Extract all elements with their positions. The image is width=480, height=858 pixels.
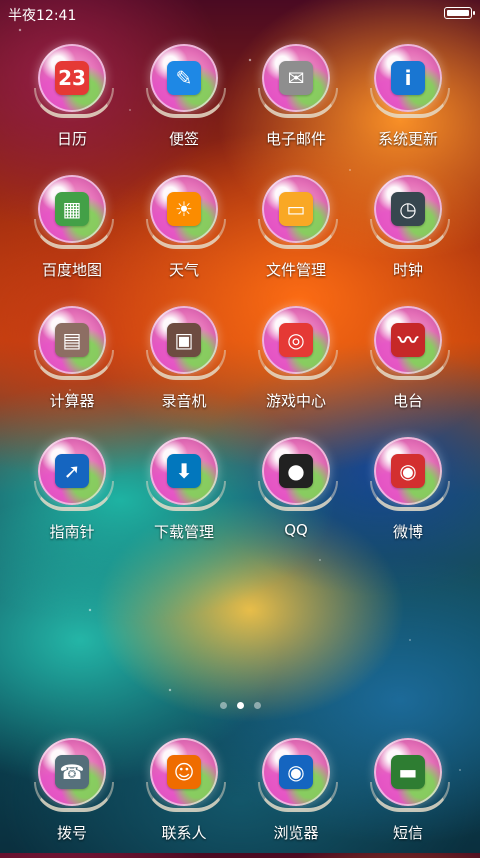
app-browser[interactable]: ◉ 浏览器 — [240, 738, 352, 858]
download-icon: ⬇ — [150, 437, 218, 505]
app-messages[interactable]: ▬ 短信 — [352, 738, 464, 858]
page-dot[interactable] — [253, 702, 261, 709]
app-label: 时钟 — [392, 261, 423, 279]
person-icon: ☺ — [150, 738, 218, 806]
status-bar: 半夜12:41 — [0, 0, 480, 28]
map-icon: ▦ — [38, 175, 106, 243]
app-weibo[interactable]: ◉ 微博 — [352, 437, 464, 557]
app-label: 拨号 — [56, 824, 87, 842]
app-file-manager[interactable]: ▭ 文件管理 — [240, 175, 352, 295]
app-baidu-map[interactable]: ▦ 百度地图 — [16, 175, 128, 295]
compass-icon: ➚ — [38, 437, 106, 505]
clock-icon: ◷ — [374, 175, 442, 243]
app-contacts[interactable]: ☺ 联系人 — [128, 738, 240, 858]
email-icon: ✉ — [262, 44, 330, 112]
notes-icon: ✎ — [150, 44, 218, 112]
dock: ☎ 拨号 ☺ 联系人 ◉ 浏览器 ▬ 短信 — [0, 738, 480, 853]
app-calculator[interactable]: ▤ 计算器 — [16, 306, 128, 426]
app-row-2: ▦ 百度地图 ☀ 天气 ▭ 文件管理 ◷ 时钟 — [0, 175, 480, 295]
app-label: 天气 — [168, 261, 199, 279]
app-label: 指南针 — [49, 523, 95, 541]
page-dot[interactable] — [219, 702, 227, 709]
calendar-icon: 23 — [38, 44, 106, 112]
app-label: QQ — [284, 521, 308, 539]
app-label: 文件管理 — [265, 261, 326, 279]
app-label: 下载管理 — [153, 523, 214, 541]
app-label: 百度地图 — [41, 261, 102, 279]
app-radio[interactable]: 〰 电台 — [352, 306, 464, 426]
app-row-1: 23 日历 ✎ 便签 ✉ 电子邮件 i 系统更新 — [0, 44, 480, 164]
app-game-center[interactable]: ◎ 游戏中心 — [240, 306, 352, 426]
app-row-4: ➚ 指南针 ⬇ 下载管理 ● QQ ◉ 微博 — [0, 437, 480, 557]
app-clock[interactable]: ◷ 时钟 — [352, 175, 464, 295]
app-label: 日历 — [56, 130, 87, 148]
app-compass[interactable]: ➚ 指南针 — [16, 437, 128, 557]
weibo-icon: ◉ — [374, 437, 442, 505]
app-download-manager[interactable]: ⬇ 下载管理 — [128, 437, 240, 557]
app-label: 短信 — [392, 824, 423, 842]
page-dot-active[interactable] — [236, 702, 244, 709]
message-icon: ▬ — [374, 738, 442, 806]
app-recorder[interactable]: ▣ 录音机 — [128, 306, 240, 426]
app-label: 联系人 — [161, 824, 207, 842]
app-notes[interactable]: ✎ 便签 — [128, 44, 240, 164]
qq-penguin-icon: ● — [262, 437, 330, 505]
status-time: 半夜12:41 — [8, 8, 77, 24]
app-dialer[interactable]: ☎ 拨号 — [16, 738, 128, 858]
target-icon: ◎ — [262, 306, 330, 374]
page-indicator — [0, 700, 480, 712]
recorder-icon: ▣ — [150, 306, 218, 374]
battery-icon — [444, 7, 475, 19]
app-label: 计算器 — [49, 392, 95, 410]
radio-icon: 〰 — [374, 306, 442, 374]
app-row-3: ▤ 计算器 ▣ 录音机 ◎ 游戏中心 〰 电台 — [0, 306, 480, 426]
app-label: 微博 — [392, 523, 423, 541]
calculator-icon: ▤ — [38, 306, 106, 374]
app-label: 电子邮件 — [265, 130, 326, 148]
app-label: 系统更新 — [377, 130, 438, 148]
app-label: 游戏中心 — [265, 392, 326, 410]
weather-icon: ☀ — [150, 175, 218, 243]
folder-icon: ▭ — [262, 175, 330, 243]
app-email[interactable]: ✉ 电子邮件 — [240, 44, 352, 164]
app-weather[interactable]: ☀ 天气 — [128, 175, 240, 295]
app-system-update[interactable]: i 系统更新 — [352, 44, 464, 164]
phone-icon: ☎ — [38, 738, 106, 806]
app-label: 电台 — [392, 392, 423, 410]
app-qq[interactable]: ● QQ — [240, 437, 352, 557]
info-icon: i — [374, 44, 442, 112]
eye-icon: ◉ — [262, 738, 330, 806]
app-label: 便签 — [168, 130, 199, 148]
app-label: 浏览器 — [273, 824, 319, 842]
app-label: 录音机 — [161, 392, 207, 410]
app-calendar[interactable]: 23 日历 — [16, 44, 128, 164]
